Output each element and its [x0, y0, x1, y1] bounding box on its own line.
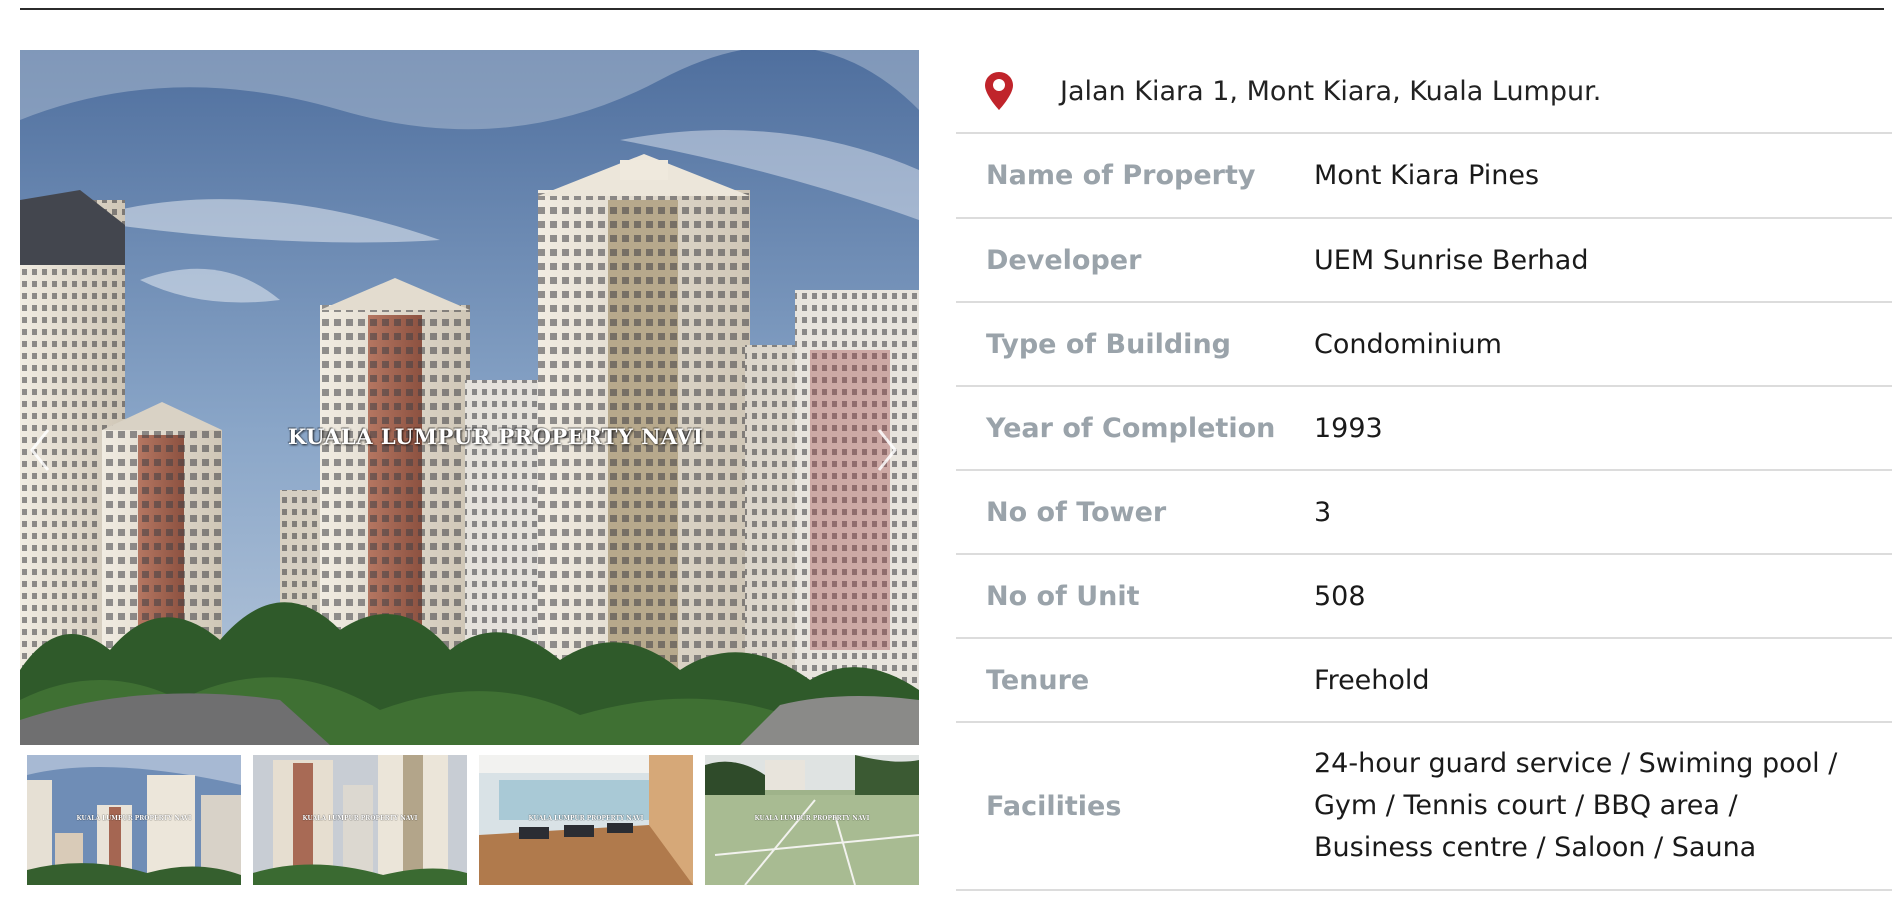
row-value: 1993 — [1314, 412, 1383, 444]
chevron-left-icon — [30, 429, 50, 471]
chevron-right-icon — [877, 429, 897, 471]
row-value: UEM Sunrise Berhad — [1314, 244, 1589, 276]
row-label: Type of Building — [986, 328, 1231, 360]
row-value: Freehold — [1314, 664, 1430, 696]
thumbnail-strip: KUALA LUMPUR PROPERTY NAVI KUALA LUMPUR … — [20, 755, 919, 885]
address-row: Jalan Kiara 1, Mont Kiara, Kuala Lumpur. — [956, 50, 1892, 134]
thumbnail-watermark: KUALA LUMPUR PROPERTY NAVI — [528, 815, 644, 822]
property-address: Jalan Kiara 1, Mont Kiara, Kuala Lumpur. — [1060, 75, 1602, 107]
row-label: Tenure — [986, 664, 1090, 696]
row-label: No of Tower — [986, 496, 1167, 528]
previous-photo-button[interactable] — [28, 428, 64, 484]
table-row: No of Tower 3 — [956, 470, 1892, 554]
map-pin-icon — [985, 72, 1013, 110]
table-row: Tenure Freehold — [956, 638, 1892, 722]
table-row: Name of Property Mont Kiara Pines — [956, 134, 1892, 218]
main-photo[interactable]: KUALA LUMPUR PROPERTY NAVI — [20, 50, 919, 745]
row-label: No of Unit — [986, 580, 1140, 612]
row-label: Name of Property — [986, 160, 1256, 191]
facilities-line: Business centre / Saloon / Sauna — [1314, 832, 1757, 863]
thumbnail-3[interactable]: KUALA LUMPUR PROPERTY NAVI — [479, 755, 693, 885]
thumbnail-2[interactable]: KUALA LUMPUR PROPERTY NAVI — [253, 755, 467, 885]
table-row: Year of Completion 1993 — [956, 386, 1892, 470]
facilities-row: Facilities 24-hour guard service / Swimi… — [956, 722, 1892, 890]
table-row: No of Unit 508 — [956, 554, 1892, 638]
thumbnail-4[interactable]: KUALA LUMPUR PROPERTY NAVI — [705, 755, 919, 885]
top-divider — [20, 8, 1884, 10]
row-value: Mont Kiara Pines — [1314, 160, 1540, 191]
photo-gallery: KUALA LUMPUR PROPERTY NAVI KUALA LUMPUR … — [20, 50, 919, 885]
table-row: Developer UEM Sunrise Berhad — [956, 218, 1892, 302]
main-photo-image — [20, 50, 919, 745]
row-label: Developer — [986, 244, 1142, 276]
facilities-value: 24-hour guard service / Swiming pool / G… — [1314, 722, 1892, 890]
table-row: Type of Building Condominium — [956, 302, 1892, 386]
thumbnail-1[interactable]: KUALA LUMPUR PROPERTY NAVI — [27, 755, 241, 885]
facilities-line: Gym / Tennis court / BBQ area / — [1314, 790, 1738, 821]
facilities-line: 24-hour guard service / Swiming pool / — [1314, 748, 1838, 779]
thumbnail-watermark: KUALA LUMPUR PROPERTY NAVI — [302, 815, 418, 822]
property-details: Jalan Kiara 1, Mont Kiara, Kuala Lumpur.… — [956, 50, 1892, 891]
photo-watermark: KUALA LUMPUR PROPERTY NAVI — [288, 424, 704, 449]
row-value: 508 — [1314, 580, 1366, 612]
thumbnail-watermark: KUALA LUMPUR PROPERTY NAVI — [76, 815, 192, 822]
next-photo-button[interactable] — [875, 428, 911, 484]
row-value: Condominium — [1314, 328, 1502, 360]
row-value: 3 — [1314, 496, 1332, 528]
row-label: Year of Completion — [986, 412, 1276, 444]
thumbnail-watermark: KUALA LUMPUR PROPERTY NAVI — [754, 815, 870, 822]
property-info-table: Name of Property Mont Kiara Pines Develo… — [956, 134, 1892, 891]
facilities-label: Facilities — [986, 790, 1122, 822]
